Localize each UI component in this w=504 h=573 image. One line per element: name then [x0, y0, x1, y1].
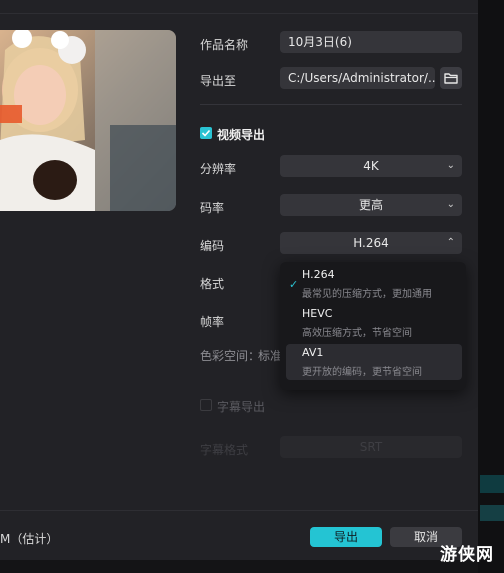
bitrate-value: 更高 — [358, 198, 383, 212]
chevron-down-icon: ⌄ — [446, 160, 455, 171]
option-desc: 更开放的编码，更节省空间 — [302, 367, 422, 378]
video-export-label: 视频导出 — [217, 128, 266, 142]
watermark-text: 游侠网 — [440, 545, 494, 565]
option-title: H.264 — [302, 268, 335, 281]
footer-divider — [0, 510, 478, 511]
codec-select[interactable]: H.264 ⌃ — [280, 232, 462, 254]
folder-button[interactable] — [440, 67, 462, 89]
export-path-input[interactable]: C:/Users/Administrator/... — [280, 67, 435, 89]
resolution-select[interactable]: 4K ⌄ — [280, 155, 462, 177]
video-thumbnail — [0, 30, 176, 211]
codec-option-hevc[interactable]: HEVC 高效压缩方式，节省空间 — [286, 305, 462, 341]
export-to-label: 导出至 — [200, 74, 237, 88]
export-button[interactable]: 导出 — [310, 527, 382, 547]
subtitle-format-label: 字幕格式 — [200, 443, 249, 457]
format-label: 格式 — [200, 277, 225, 291]
thumbnail-image — [0, 30, 176, 211]
chevron-up-icon: ⌃ — [446, 237, 455, 248]
subtitle-format-value: SRT — [359, 440, 383, 454]
framerate-label: 帧率 — [200, 315, 225, 329]
chevron-down-icon: ⌄ — [446, 199, 455, 210]
codec-dropdown: ✓ H.264 最常见的压缩方式，更加通用 HEVC 高效压缩方式，节省空间 A… — [280, 262, 466, 390]
codec-option-av1[interactable]: AV1 更开放的编码，更节省空间 — [286, 344, 462, 380]
background-timeline-strip — [480, 505, 504, 521]
subtitle-export-label: 字幕导出 — [217, 400, 266, 414]
resolution-value: 4K — [363, 159, 379, 173]
folder-icon — [444, 73, 458, 84]
name-input[interactable]: 10月3日(6) — [280, 31, 462, 53]
option-desc: 高效压缩方式，节省空间 — [302, 328, 412, 339]
option-title: HEVC — [302, 307, 333, 320]
check-icon: ✓ — [289, 278, 299, 291]
codec-value: H.264 — [353, 236, 389, 250]
codec-option-h264[interactable]: ✓ H.264 最常见的压缩方式，更加通用 — [286, 266, 462, 302]
subtitle-format-select[interactable]: SRT — [280, 436, 462, 458]
estimated-size: M（估计） — [0, 532, 59, 546]
resolution-label: 分辨率 — [200, 162, 237, 176]
name-label: 作品名称 — [200, 38, 249, 52]
option-title: AV1 — [302, 346, 324, 359]
bitrate-select[interactable]: 更高 ⌄ — [280, 194, 462, 216]
video-export-checkbox[interactable] — [200, 127, 212, 139]
subtitle-export-checkbox[interactable] — [200, 399, 212, 411]
section-divider — [200, 104, 462, 105]
colorspace-label: 色彩空间： — [200, 349, 261, 363]
bitrate-label: 码率 — [200, 201, 225, 215]
background-timeline-strip — [480, 475, 504, 493]
checkmark-icon — [201, 129, 211, 137]
codec-label: 编码 — [200, 239, 225, 253]
top-divider — [0, 13, 478, 14]
option-desc: 最常见的压缩方式，更加通用 — [302, 289, 432, 300]
colorspace-value: 标准 — [258, 349, 283, 363]
